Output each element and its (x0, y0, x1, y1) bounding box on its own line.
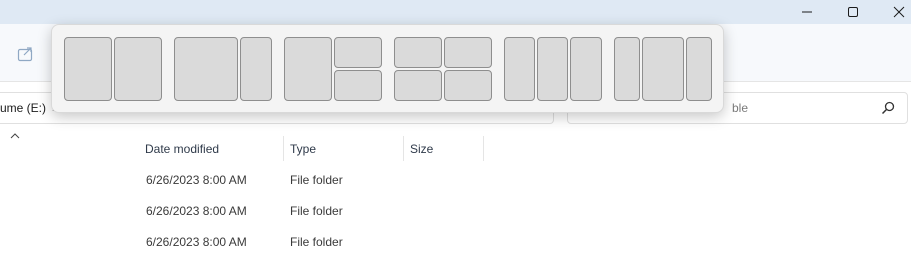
snap-zone[interactable] (64, 37, 112, 101)
row-type: File folder (290, 173, 343, 187)
snap-zone[interactable] (686, 37, 712, 101)
chevron-up-glyph (10, 133, 20, 139)
row-date: 6/26/2023 8:00 AM (146, 204, 247, 218)
row-date: 6/26/2023 8:00 AM (146, 235, 247, 249)
minimize-glyph (802, 11, 812, 13)
snap-layouts-flyout (51, 24, 724, 113)
search-icon[interactable] (881, 101, 895, 115)
snap-zone[interactable] (614, 37, 640, 101)
table-row[interactable]: 6/26/2023 8:00 AM File folder (0, 165, 911, 195)
column-header-size-label: Size (410, 141, 434, 156)
table-row[interactable]: 6/26/2023 8:00 AM File folder (0, 227, 911, 257)
address-segment-volume[interactable]: ume (E:) (0, 101, 46, 115)
close-glyph (893, 6, 905, 18)
snap-zone[interactable] (284, 37, 332, 101)
table-row[interactable]: 6/26/2023 8:00 AM File folder (0, 196, 911, 226)
snap-zone[interactable] (537, 37, 568, 101)
maximize-glyph (848, 7, 858, 17)
search-placeholder: ble (732, 101, 749, 115)
snap-zone[interactable] (504, 37, 535, 101)
snap-zone[interactable] (174, 37, 238, 101)
column-header-type[interactable]: Type (284, 136, 404, 161)
title-bar (0, 0, 911, 24)
snap-zone[interactable] (114, 37, 162, 101)
snap-zone[interactable] (240, 37, 272, 101)
column-header-date[interactable]: Date modified (139, 136, 284, 161)
column-header-type-label: Type (290, 141, 317, 156)
share-icon[interactable] (16, 44, 36, 64)
minimize-icon[interactable] (784, 0, 830, 24)
row-type: File folder (290, 204, 343, 218)
snap-zone[interactable] (334, 70, 382, 101)
snap-zone[interactable] (444, 37, 492, 68)
snap-zone[interactable] (570, 37, 602, 101)
maximize-icon[interactable] (830, 0, 876, 24)
row-type: File folder (290, 235, 343, 249)
snap-zone[interactable] (334, 37, 382, 68)
snap-zone[interactable] (444, 70, 492, 101)
column-header-size[interactable]: Size (404, 136, 484, 161)
row-date: 6/26/2023 8:00 AM (146, 173, 247, 187)
column-header-date-label: Date modified (145, 141, 220, 156)
snap-zone[interactable] (642, 37, 684, 101)
snap-zone[interactable] (394, 37, 442, 68)
sort-chevron-up-icon[interactable] (9, 131, 21, 143)
snap-zone[interactable] (394, 70, 442, 101)
close-icon[interactable] (876, 0, 911, 24)
